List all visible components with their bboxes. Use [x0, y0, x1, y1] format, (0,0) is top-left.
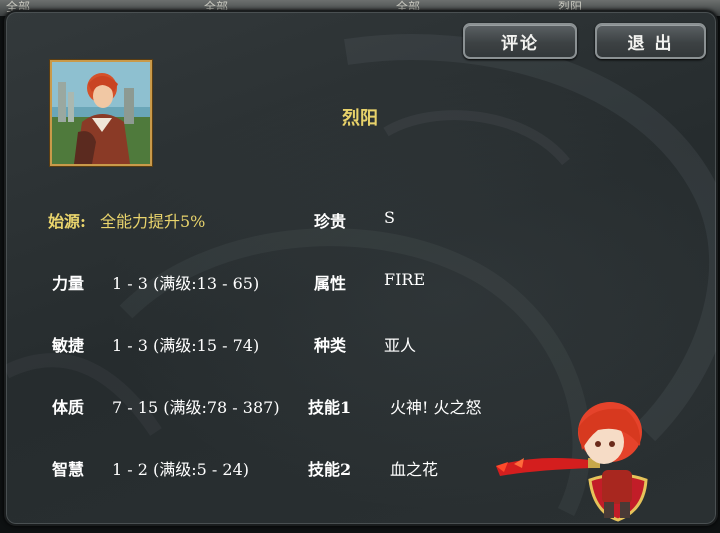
stat-value-constitution: 7 - 15 (满级:78 - 387) — [112, 398, 280, 417]
stat-value-wisdom: 1 - 2 (满级:5 - 24) — [112, 460, 250, 479]
attr-value-race: 亚人 — [384, 336, 417, 355]
attr-value-element: FIRE — [384, 270, 426, 289]
hero-portrait — [50, 60, 152, 166]
attr-label-skill1: 技能1 — [308, 398, 352, 417]
comment-button[interactable]: 评论 — [463, 23, 577, 59]
stat-label-wisdom: 智慧 — [52, 460, 85, 479]
exit-button[interactable]: 退 出 — [595, 23, 706, 59]
hero-name: 烈阳 — [342, 108, 378, 129]
attr-value-skill1: 火神! 火之怒 — [390, 398, 482, 417]
origin-value: 全能力提升5% — [100, 212, 206, 231]
attr-value-rarity: S — [384, 208, 395, 227]
stat-label-strength: 力量 — [52, 274, 85, 293]
attr-label-rarity: 珍贵 — [314, 212, 347, 231]
origin-label: 始源: — [48, 212, 86, 231]
hero-portrait-image — [52, 62, 150, 164]
hero-detail-panel: 评论 退 出 烈阳 始源: 全能力提升5% 力量 1 - 3 (满级:13 - … — [4, 10, 718, 526]
stat-label-constitution: 体质 — [52, 398, 85, 417]
attr-label-element: 属性 — [314, 274, 347, 293]
stat-value-agility: 1 - 3 (满级:15 - 74) — [112, 336, 260, 355]
hero-chibi-sprite — [496, 402, 648, 522]
stat-value-strength: 1 - 3 (满级:13 - 65) — [112, 274, 260, 293]
attr-value-skill2: 血之花 — [390, 460, 439, 479]
attr-label-skill2: 技能2 — [308, 460, 352, 479]
attr-label-race: 种类 — [314, 336, 347, 355]
stat-label-agility: 敏捷 — [52, 336, 85, 355]
